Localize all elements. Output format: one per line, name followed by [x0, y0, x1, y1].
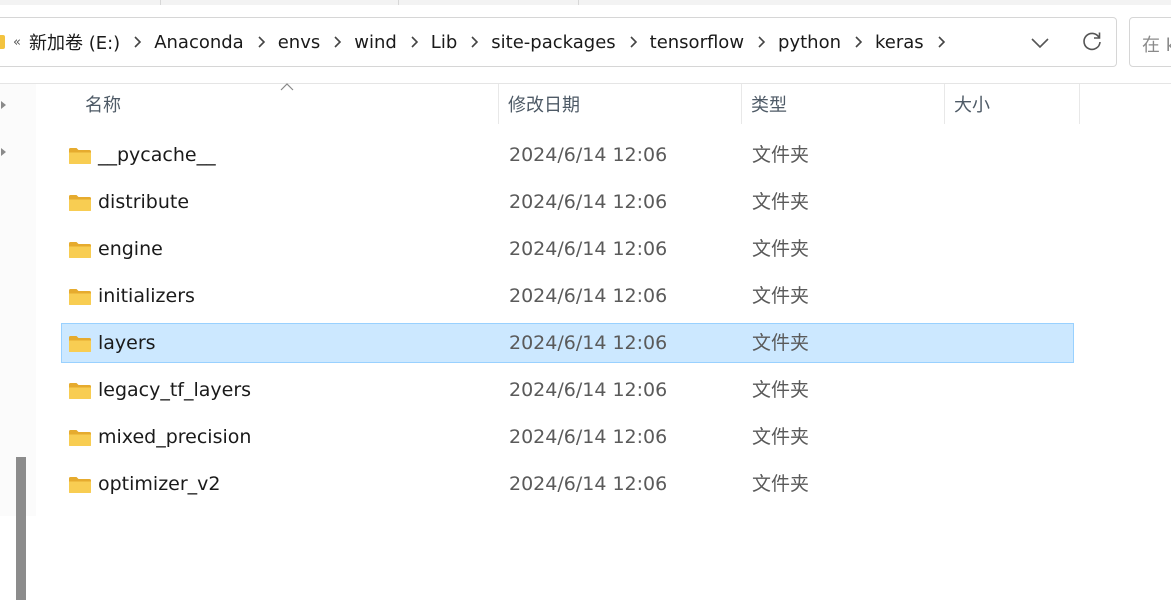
folder-icon	[69, 242, 91, 258]
breadcrumb: « 新加卷 (E:) Anaconda envs wind Lib site-packag…	[0, 18, 956, 66]
file-date: 2024/6/14 12:06	[509, 332, 668, 354]
breadcrumb-item[interactable]: 新加卷 (E:)	[27, 29, 122, 55]
file-name: distribute	[98, 191, 190, 213]
file-date: 2024/6/14 12:06	[509, 285, 668, 307]
file-type: 文件夹	[752, 285, 810, 307]
file-type: 文件夹	[752, 426, 810, 448]
file-type: 文件夹	[752, 379, 810, 401]
column-header: 名称 修改日期 类型 大小	[40, 83, 1080, 126]
folder-icon	[69, 477, 91, 493]
chevron-right-icon[interactable]	[128, 33, 146, 51]
search-placeholder: 在 k	[1142, 35, 1171, 56]
file-name: optimizer_v2	[98, 473, 221, 495]
file-name: initializers	[98, 285, 195, 307]
column-divider[interactable]	[498, 84, 499, 124]
chevron-right-icon[interactable]	[752, 33, 770, 51]
column-size[interactable]: 大小	[954, 84, 990, 124]
file-name: mixed_precision	[98, 426, 252, 448]
file-row[interactable]: layers 2024/6/14 12:06 文件夹	[61, 323, 1074, 363]
file-date: 2024/6/14 12:06	[509, 144, 668, 166]
chevron-down-icon[interactable]	[1027, 30, 1053, 56]
file-type: 文件夹	[752, 191, 810, 213]
file-row[interactable]: __pycache__ 2024/6/14 12:06 文件夹	[61, 135, 1074, 175]
column-type[interactable]: 类型	[751, 84, 787, 124]
address-bar[interactable]: « 新加卷 (E:) Anaconda envs wind Lib site-packag…	[0, 17, 1117, 67]
folder-icon	[69, 148, 91, 164]
breadcrumb-item[interactable]: wind	[352, 32, 399, 53]
column-divider[interactable]	[741, 84, 742, 124]
toolbar-segment	[398, 0, 579, 5]
folder-icon	[69, 430, 91, 446]
chevron-right-icon[interactable]	[0, 100, 8, 110]
folder-icon	[69, 195, 91, 211]
file-row[interactable]: engine 2024/6/14 12:06 文件夹	[61, 229, 1074, 269]
file-type: 文件夹	[752, 144, 810, 166]
chevron-right-icon[interactable]	[405, 33, 423, 51]
folder-icon	[69, 383, 91, 399]
folder-icon	[69, 289, 91, 305]
chevron-right-icon[interactable]	[252, 33, 270, 51]
file-name: engine	[98, 238, 163, 260]
file-name: legacy_tf_layers	[98, 379, 252, 401]
breadcrumb-overflow-button[interactable]: «	[13, 35, 21, 50]
folder-icon	[69, 336, 91, 352]
file-date: 2024/6/14 12:06	[509, 379, 668, 401]
column-date[interactable]: 修改日期	[508, 84, 580, 124]
breadcrumb-item[interactable]: python	[776, 32, 843, 53]
chevron-right-icon[interactable]	[932, 33, 950, 51]
chevron-right-icon[interactable]	[0, 147, 8, 157]
file-row[interactable]: legacy_tf_layers 2024/6/14 12:06 文件夹	[61, 370, 1074, 410]
chevron-right-icon[interactable]	[849, 33, 867, 51]
file-type: 文件夹	[752, 332, 810, 354]
file-row[interactable]: optimizer_v2 2024/6/14 12:06 文件夹	[61, 464, 1074, 504]
sort-ascending-icon	[280, 83, 294, 91]
file-type: 文件夹	[752, 238, 810, 260]
chevron-right-icon[interactable]	[624, 33, 642, 51]
file-row[interactable]: mixed_precision 2024/6/14 12:06 文件夹	[61, 417, 1074, 457]
file-date: 2024/6/14 12:06	[509, 238, 668, 260]
column-name[interactable]: 名称	[85, 84, 121, 124]
file-type: 文件夹	[752, 473, 810, 495]
breadcrumb-item[interactable]: Lib	[429, 32, 459, 53]
refresh-icon[interactable]	[1078, 28, 1106, 56]
column-divider[interactable]	[1079, 84, 1080, 124]
navigation-pane[interactable]	[0, 84, 36, 600]
file-row[interactable]: distribute 2024/6/14 12:06 文件夹	[61, 182, 1074, 222]
chevron-right-icon[interactable]	[328, 33, 346, 51]
toolbar-segment	[0, 0, 161, 5]
column-divider[interactable]	[944, 84, 945, 124]
toolbar-segment	[160, 0, 399, 5]
chevron-right-icon[interactable]	[465, 33, 483, 51]
breadcrumb-item[interactable]: keras	[873, 32, 926, 53]
breadcrumb-item[interactable]: envs	[276, 32, 323, 53]
breadcrumb-item[interactable]: tensorflow	[648, 32, 746, 53]
file-date: 2024/6/14 12:06	[509, 426, 668, 448]
file-date: 2024/6/14 12:06	[509, 191, 668, 213]
file-date: 2024/6/14 12:06	[509, 473, 668, 495]
breadcrumb-item[interactable]: site-packages	[489, 32, 617, 53]
drive-icon	[0, 35, 5, 49]
breadcrumb-item[interactable]: Anaconda	[152, 32, 246, 53]
file-name: __pycache__	[98, 144, 216, 166]
file-name: layers	[98, 332, 156, 354]
nav-scrollbar[interactable]	[16, 457, 26, 600]
top-strip	[0, 0, 1171, 5]
file-row[interactable]: initializers 2024/6/14 12:06 文件夹	[61, 276, 1074, 316]
search-input[interactable]: 在 k	[1129, 17, 1171, 67]
